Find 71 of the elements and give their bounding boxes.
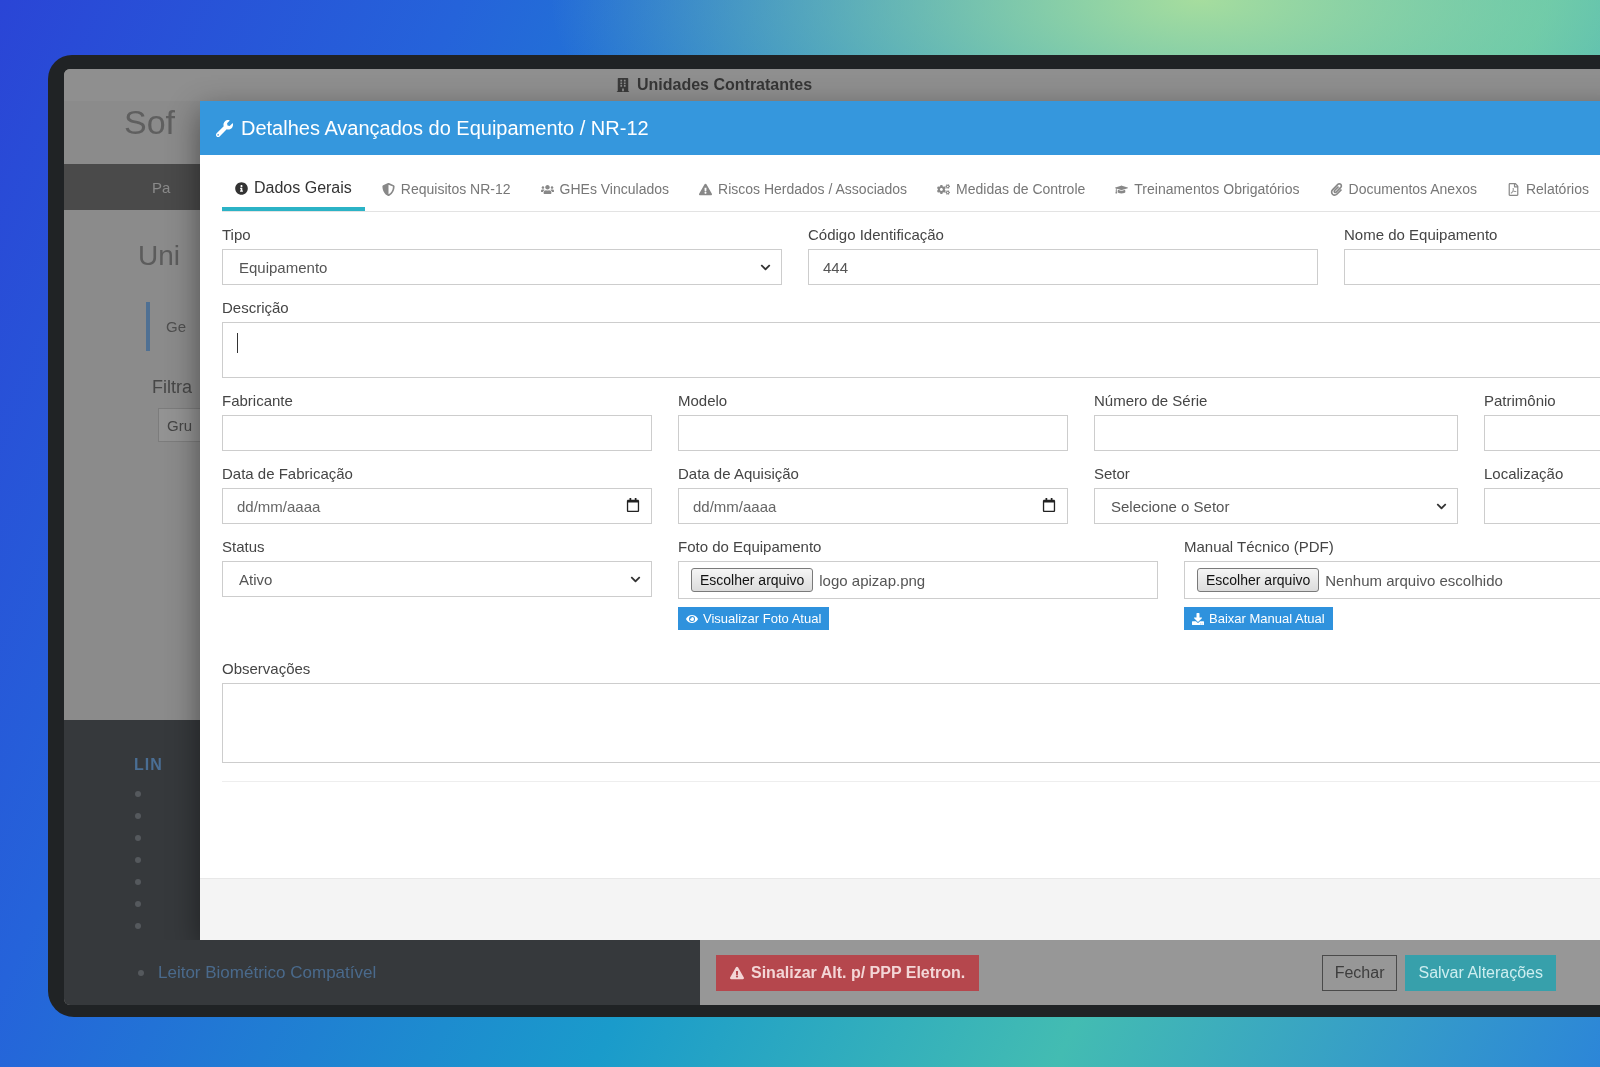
tab[interactable]: Treinamentos Obrigatórios <box>1102 167 1313 211</box>
file-field[interactable]: Escolher arquivo Nenhum arquivo escolhido <box>1184 561 1600 599</box>
nav-item[interactable]: Pa <box>152 178 171 196</box>
select-field[interactable]: Equipamento <box>222 249 782 285</box>
eye-icon <box>686 612 698 625</box>
tab[interactable]: Relatórios <box>1493 167 1600 211</box>
tab[interactable]: Dados Gerais <box>222 165 365 211</box>
text-field[interactable]: 444 <box>808 249 1318 285</box>
building-icon <box>616 78 630 92</box>
gears-icon <box>937 182 951 196</box>
download-icon <box>1192 612 1204 625</box>
text-field[interactable] <box>1484 488 1600 524</box>
tab[interactable]: GHEs Vinculados <box>527 167 682 211</box>
field-label: Foto do Equipamento <box>678 538 823 555</box>
date-field[interactable]: dd/mm/aaaa <box>678 488 1068 524</box>
text-field[interactable] <box>1094 415 1458 451</box>
file-name: Nenhum arquivo escolhido <box>1325 571 1503 589</box>
select-field[interactable]: Selecione o Setor <box>1094 488 1458 524</box>
text-field[interactable] <box>222 415 652 451</box>
textarea-field[interactable] <box>222 322 1600 378</box>
calendar-icon[interactable] <box>1042 498 1056 512</box>
field-label: Modelo <box>678 392 729 409</box>
text-field[interactable] <box>678 415 1068 451</box>
field-label: Observações <box>222 660 312 677</box>
bullet-icon <box>138 969 144 976</box>
alert-button[interactable]: Sinalizar Alt. p/ PPP Eletron. <box>716 954 980 991</box>
save-button[interactable]: Salvar Alterações <box>1405 954 1556 991</box>
filter-label: Filtra <box>152 377 192 398</box>
file-name: logo apizap.png <box>819 571 926 589</box>
warning-icon <box>699 182 712 196</box>
file-field[interactable]: Escolher arquivo logo apizap.png <box>678 561 1158 599</box>
field-label: Data de Aquisição <box>678 465 800 482</box>
tab[interactable]: Riscos Herdados / Associados <box>686 167 921 211</box>
field-label: Localização <box>1484 465 1565 482</box>
select-field[interactable]: Ativo <box>222 561 652 597</box>
text-field[interactable] <box>1484 415 1600 451</box>
warning-icon <box>730 965 744 980</box>
tab[interactable]: Requisitos NR-12 <box>368 167 524 211</box>
field-label: Patrimônio <box>1484 392 1557 409</box>
pdf-file-icon <box>1506 182 1520 196</box>
field-label: Nome do Equipamento <box>1344 226 1499 243</box>
users-icon <box>540 182 554 196</box>
field-label: Manual Técnico (PDF) <box>1184 538 1335 555</box>
modal-title: Detalhes Avançados do Equipamento / NR-12 <box>241 116 649 140</box>
choose-file-button[interactable]: Escolher arquivo <box>1197 568 1320 592</box>
download-manual-button[interactable]: Baixar Manual Atual <box>1184 607 1333 630</box>
field-label: Status <box>222 538 266 555</box>
wrench-icon <box>216 119 233 137</box>
paperclip-icon <box>1329 182 1343 196</box>
field-label: Data de Fabricação <box>222 465 354 482</box>
field-label: Número de Série <box>1094 392 1209 409</box>
tab[interactable]: Medidas de Controle <box>924 167 1099 211</box>
close-button[interactable]: Fechar <box>1321 954 1398 991</box>
sub-tab[interactable]: Ge <box>146 302 186 351</box>
textarea-field[interactable] <box>222 683 1600 763</box>
page-tab-title: Unidades Contratantes <box>637 76 813 94</box>
view-photo-button[interactable]: Visualizar Foto Atual <box>678 607 830 630</box>
field-label: Fabricante <box>222 392 294 409</box>
field-label: Tipo <box>222 226 252 243</box>
field-label: Código Identificação <box>808 226 945 243</box>
text-field[interactable] <box>1344 249 1600 285</box>
field-label: Descrição <box>222 299 290 316</box>
filter-field[interactable]: Gru <box>158 408 200 442</box>
shield-icon <box>381 182 395 196</box>
field-label: Setor <box>1094 465 1131 482</box>
date-field[interactable]: dd/mm/aaaa <box>222 488 652 524</box>
choose-file-button[interactable]: Escolher arquivo <box>691 568 814 592</box>
calendar-icon[interactable] <box>626 498 640 512</box>
links-heading: LIN <box>134 756 163 774</box>
info-icon <box>235 181 248 195</box>
tab[interactable]: Documentos Anexos <box>1316 167 1490 211</box>
